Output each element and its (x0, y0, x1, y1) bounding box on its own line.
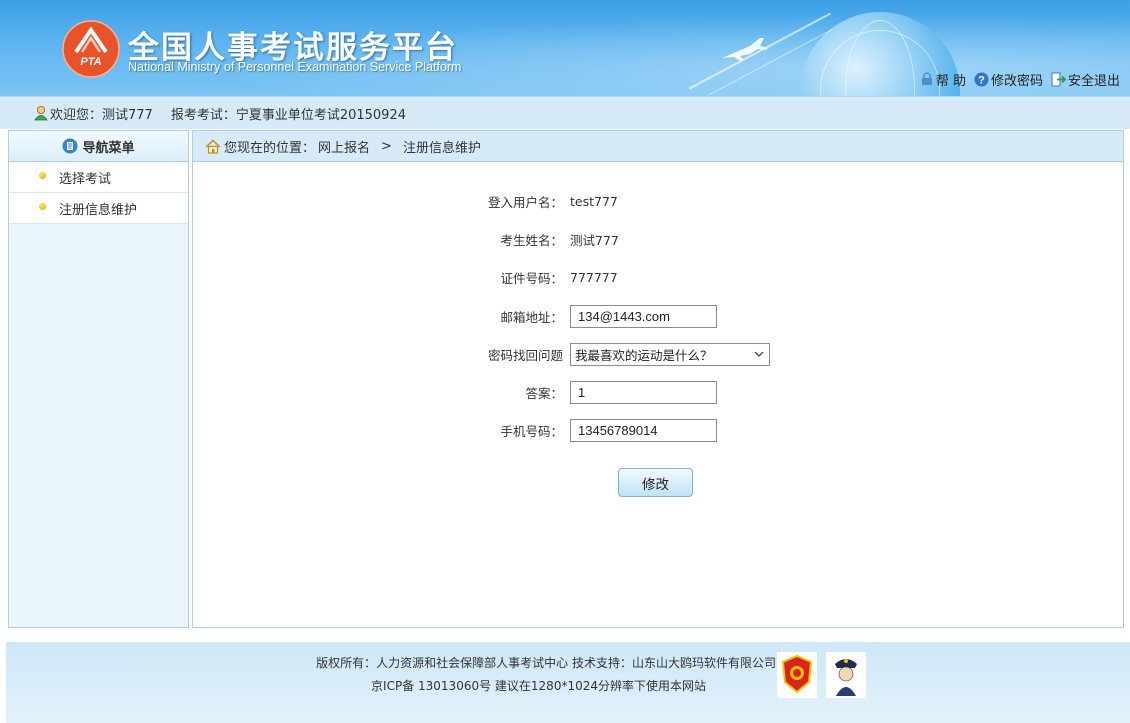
svg-text:?: ? (978, 74, 985, 86)
change-password-label: 修改密码 (990, 73, 1043, 89)
pta-logo-icon: PTA (62, 20, 120, 78)
id-row: 证件号码： 777777 (193, 265, 1123, 289)
email-row: 邮箱地址： 134@1443.com (193, 304, 1123, 328)
username-label: 登入用户名： (487, 194, 563, 210)
lock-user-icon (921, 72, 932, 85)
bullet-icon (39, 172, 46, 179)
sidebar-title: 导航菜单 (82, 140, 135, 156)
breadcrumb-separator: > (381, 138, 392, 154)
name-label: 考生姓名： (500, 232, 563, 248)
logout-label: 安全退出 (1067, 73, 1120, 89)
site-subtitle: National Ministry of Personnel Examinati… (128, 60, 462, 74)
sidebar-header: 导航菜单 (9, 131, 188, 162)
welcome-bar: 欢迎您：测试777 报考考试：宁夏事业单位考试20150924 (0, 96, 1130, 129)
welcome-text: 欢迎您：测试777 (50, 107, 153, 123)
help-link[interactable]: 帮 助 (920, 70, 966, 89)
sidebar: 导航菜单 选择考试 注册信息维护 (8, 130, 189, 628)
answer-row: 答案： 1 (193, 380, 1123, 404)
sidebar-item-label: 注册信息维护 (59, 202, 138, 218)
email-input[interactable]: 134@1443.com (570, 304, 717, 328)
main-panel: 您现在的位置： 网上报名 > 注册信息维护 登入用户名： test777 考生姓… (192, 130, 1124, 628)
answer-input[interactable]: 1 (570, 380, 717, 404)
breadcrumb-prefix: 您现在的位置： (224, 140, 316, 156)
sidebar-item-select-exam[interactable]: 选择考试 (9, 162, 188, 193)
username-row: 登入用户名： test777 (193, 189, 1123, 213)
id-label: 证件号码： (500, 270, 563, 286)
submit-button[interactable]: 修改 (618, 468, 693, 497)
breadcrumb-level2: 注册信息维护 (402, 140, 481, 156)
home-icon (205, 138, 221, 154)
site-footer: 版权所有：人力资源和社会保障部人事考试中心 技术支持：山东山大鸥玛软件有限公司 … (6, 642, 1130, 723)
question-icon: ? (974, 72, 989, 86)
name-value: 测试777 (570, 232, 619, 248)
change-password-link[interactable]: ? 修改密码 (974, 70, 1043, 89)
menu-icon (62, 138, 78, 154)
bullet-icon (39, 203, 46, 210)
help-link-label: 帮 助 (935, 73, 966, 89)
breadcrumb: 您现在的位置： 网上报名 > 注册信息维护 (193, 131, 1123, 162)
exit-icon (1051, 72, 1066, 86)
footer-icp: 京ICP备 13013060号 建议在1280*1024分辨率下使用本网站 (371, 679, 706, 693)
top-links: 帮 助 ? 修改密码 安全退出 (920, 69, 1120, 89)
exam-text: 报考考试：宁夏事业单位考试20150924 (170, 107, 406, 123)
email-label: 邮箱地址： (500, 309, 563, 325)
question-label: 密码找回问题 (487, 347, 563, 363)
phone-row: 手机号码： 13456789014 (193, 418, 1123, 442)
answer-label: 答案： (525, 385, 563, 401)
security-question-value: 我最喜欢的运动是什么？ (575, 347, 713, 363)
police-badge-icon[interactable] (826, 652, 866, 698)
chevron-down-icon (754, 351, 764, 357)
phone-input[interactable]: 13456789014 (570, 418, 717, 442)
site-header: PTA 全国人事考试服务平台 National Ministry of Pers… (0, 0, 1130, 96)
id-value: 777777 (570, 269, 618, 285)
question-row: 密码找回问题 我最喜欢的运动是什么？ (193, 342, 1123, 366)
name-row: 考生姓名： 测试777 (193, 227, 1123, 251)
security-badge-icon[interactable] (777, 652, 817, 698)
logo-text: PTA (80, 56, 101, 68)
sidebar-item-registration-info[interactable]: 注册信息维护 (9, 193, 188, 224)
username-value: test777 (570, 193, 618, 209)
user-icon (34, 106, 48, 121)
footer-copyright: 版权所有：人力资源和社会保障部人事考试中心 技术支持：山东山大鸥玛软件有限公司 (316, 656, 776, 670)
logout-link[interactable]: 安全退出 (1051, 70, 1120, 89)
sidebar-item-label: 选择考试 (59, 171, 112, 187)
breadcrumb-level1[interactable]: 网上报名 (318, 137, 370, 156)
airplane-icon (722, 38, 768, 61)
phone-label: 手机号码： (500, 423, 563, 439)
security-question-select[interactable]: 我最喜欢的运动是什么？ (570, 342, 770, 366)
